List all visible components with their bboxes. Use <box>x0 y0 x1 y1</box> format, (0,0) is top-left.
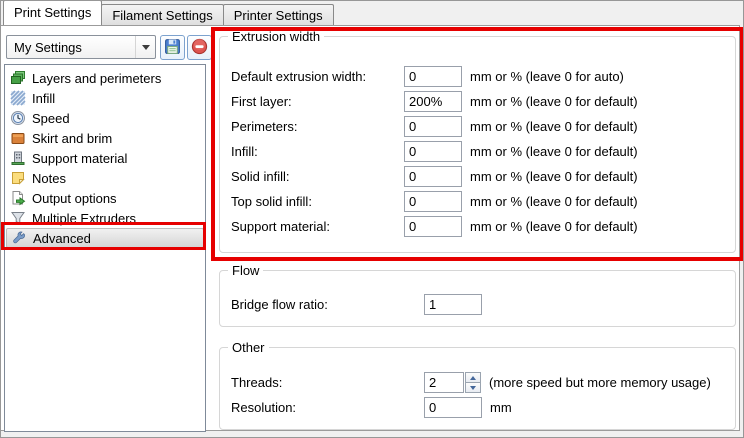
setting-row-resolution: Resolution: mm <box>220 395 735 420</box>
sidebar-item-output-options[interactable]: Output options <box>6 188 204 208</box>
arrow-up-icon <box>470 376 476 380</box>
sidebar-item-layers-and-perimeters[interactable]: Layers and perimeters <box>6 68 204 88</box>
settings-tabbar: Print Settings Filament Settings Printer… <box>1 1 743 25</box>
wrench-icon <box>11 230 27 246</box>
setting-row-threads: Threads: (more speed but more memory usa… <box>220 370 735 395</box>
stepper-down-button[interactable] <box>465 382 481 393</box>
support-material-icon <box>10 150 26 166</box>
setting-suffix: mm or % (leave 0 for default) <box>470 144 638 159</box>
bridge-flow-ratio-input[interactable] <box>424 294 482 315</box>
sidebar-item-infill[interactable]: Infill <box>6 88 204 108</box>
setting-label: Infill: <box>231 144 404 159</box>
save-preset-button[interactable] <box>160 35 185 60</box>
sidebar-item-label: Speed <box>32 111 70 126</box>
sidebar-item-notes[interactable]: Notes <box>6 168 204 188</box>
setting-label: Bridge flow ratio: <box>231 297 424 312</box>
sidebar-item-label: Skirt and brim <box>32 131 112 146</box>
delete-preset-button[interactable] <box>187 35 212 60</box>
setting-row-first-layer: First layer: mm or % (leave 0 for defaul… <box>220 89 735 114</box>
notes-icon <box>10 170 26 186</box>
arrow-down-icon <box>470 386 476 390</box>
support-material-width-input[interactable] <box>404 216 462 237</box>
resolution-input[interactable] <box>424 397 482 418</box>
infill-icon <box>10 90 26 106</box>
preset-select[interactable]: My Settings <box>6 35 156 59</box>
sidebar-item-label: Notes <box>32 171 66 186</box>
slic3r-settings-window: Print Settings Filament Settings Printer… <box>0 0 744 438</box>
setting-suffix: mm or % (leave 0 for default) <box>470 169 638 184</box>
save-icon <box>164 38 181 58</box>
group-title: Other <box>228 340 269 355</box>
setting-row-support-material: Support material: mm or % (leave 0 for d… <box>220 214 735 239</box>
sidebar-item-label: Support material <box>32 151 127 166</box>
default-extrusion-width-input[interactable] <box>404 66 462 87</box>
skirt-icon <box>10 130 26 146</box>
group-title: Extrusion width <box>228 29 324 44</box>
setting-label: Solid infill: <box>231 169 404 184</box>
print-settings-page: My Settings <box>1 25 740 431</box>
threads-input[interactable] <box>424 372 464 393</box>
setting-suffix: mm or % (leave 0 for default) <box>470 94 638 109</box>
preset-selected-value: My Settings <box>14 40 82 55</box>
setting-suffix: mm <box>490 400 512 415</box>
other-group: Other Threads: (more speed but more memo… <box>219 347 736 430</box>
extrusion-width-group: Extrusion width Default extrusion width:… <box>219 36 736 253</box>
setting-label: First layer: <box>231 94 404 109</box>
setting-suffix: mm or % (leave 0 for default) <box>470 219 638 234</box>
group-title: Flow <box>228 263 263 278</box>
flow-group: Flow Bridge flow ratio: <box>219 270 736 327</box>
setting-suffix: mm or % (leave 0 for auto) <box>470 69 624 84</box>
extruders-icon <box>10 210 26 226</box>
sidebar-item-skirt-and-brim[interactable]: Skirt and brim <box>6 128 204 148</box>
top-solid-infill-width-input[interactable] <box>404 191 462 212</box>
setting-row-perimeters: Perimeters: mm or % (leave 0 for default… <box>220 114 735 139</box>
setting-label: Default extrusion width: <box>231 69 404 84</box>
infill-width-input[interactable] <box>404 141 462 162</box>
speed-icon <box>10 110 26 126</box>
chevron-down-icon[interactable] <box>135 36 155 58</box>
sidebar-item-speed[interactable]: Speed <box>6 108 204 128</box>
setting-label: Support material: <box>231 219 404 234</box>
delete-icon <box>191 38 208 58</box>
setting-row-infill: Infill: mm or % (leave 0 for default) <box>220 139 735 164</box>
setting-row-solid-infill: Solid infill: mm or % (leave 0 for defau… <box>220 164 735 189</box>
layers-icon <box>10 70 26 86</box>
sidebar-item-support-material[interactable]: Support material <box>6 148 204 168</box>
setting-label: Resolution: <box>231 400 424 415</box>
setting-label: Threads: <box>231 375 424 390</box>
tab-print-settings[interactable]: Print Settings <box>3 0 102 25</box>
settings-category-list: Layers and perimeters Infill <box>4 64 206 432</box>
tab-filament-settings[interactable]: Filament Settings <box>101 4 223 25</box>
setting-row-top-solid-infill: Top solid infill: mm or % (leave 0 for d… <box>220 189 735 214</box>
tab-printer-settings[interactable]: Printer Settings <box>223 4 334 25</box>
solid-infill-width-input[interactable] <box>404 166 462 187</box>
sidebar-item-label: Advanced <box>33 231 91 246</box>
output-options-icon <box>10 190 26 206</box>
threads-stepper <box>465 372 481 393</box>
sidebar-item-label: Multiple Extruders <box>32 211 136 226</box>
setting-suffix: (more speed but more memory usage) <box>489 375 711 390</box>
setting-row-default-extrusion-width: Default extrusion width: mm or % (leave … <box>220 64 735 89</box>
perimeters-width-input[interactable] <box>404 116 462 137</box>
setting-label: Perimeters: <box>231 119 404 134</box>
setting-row-bridge-flow-ratio: Bridge flow ratio: <box>220 292 735 317</box>
setting-suffix: mm or % (leave 0 for default) <box>470 119 638 134</box>
sidebar-item-advanced[interactable]: Advanced <box>6 228 204 248</box>
sidebar-item-label: Layers and perimeters <box>32 71 161 86</box>
sidebar-item-multiple-extruders[interactable]: Multiple Extruders <box>6 208 204 228</box>
sidebar-item-label: Infill <box>32 91 55 106</box>
setting-label: Top solid infill: <box>231 194 404 209</box>
setting-suffix: mm or % (leave 0 for default) <box>470 194 638 209</box>
sidebar-item-label: Output options <box>32 191 117 206</box>
first-layer-width-input[interactable] <box>404 91 462 112</box>
